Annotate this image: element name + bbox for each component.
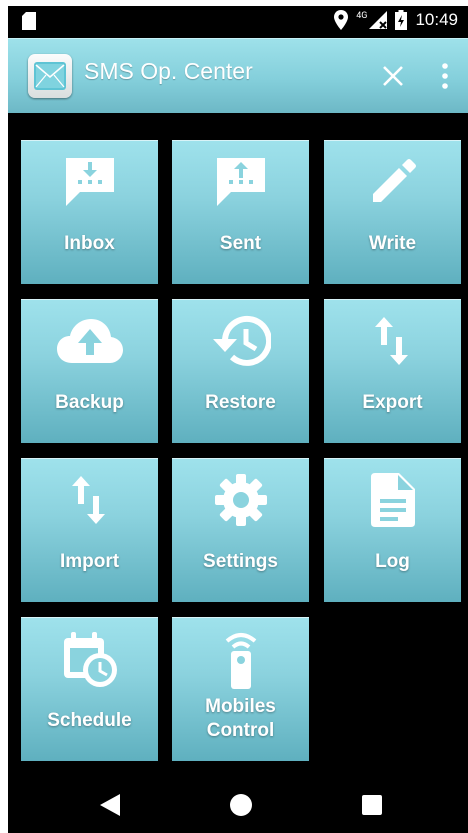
export-tile[interactable]: Export (324, 299, 461, 443)
restore-history-icon (212, 315, 271, 366)
tile-label: Settings (203, 551, 278, 572)
close-icon[interactable] (380, 63, 406, 89)
sent-tile[interactable]: Sent (172, 140, 309, 284)
recent-apps-icon[interactable] (362, 795, 382, 815)
tile-label-line: Mobiles (205, 696, 276, 717)
tile-label: Inbox (64, 233, 115, 254)
log-tile[interactable]: Log (324, 458, 461, 602)
status-bar: 4G 10:49 (8, 6, 468, 38)
envelope-icon (34, 62, 66, 90)
tile-label: Import (59, 551, 120, 572)
restore-tile[interactable]: Restore (172, 299, 309, 443)
tile-label: Backup (55, 392, 124, 413)
navigation-bar (8, 774, 468, 833)
sim-card-icon (22, 12, 36, 30)
export-arrows-icon (374, 317, 408, 365)
inbox-icon (65, 158, 114, 206)
schedule-tile[interactable]: Schedule (21, 617, 158, 761)
pencil-icon (372, 159, 416, 202)
inbox-tile[interactable]: Inbox (21, 140, 158, 284)
battery-icon (395, 10, 408, 30)
gear-icon (214, 474, 267, 526)
more-vert-icon[interactable] (438, 61, 452, 91)
mobiles-control-tile[interactable]: Mobiles Control (172, 617, 309, 761)
home-icon[interactable] (230, 794, 252, 816)
network-type: 4G (356, 11, 368, 21)
import-arrows-icon (71, 476, 105, 524)
clock: 10:49 (415, 10, 458, 29)
tile-label: Write (368, 233, 417, 254)
signal-icon (369, 11, 388, 29)
app-title: SMS Op. Center (84, 58, 253, 84)
tile-label: Mobiles Control (172, 695, 309, 743)
app-bar: SMS Op. Center (8, 38, 468, 113)
settings-tile[interactable]: Settings (172, 458, 309, 602)
remote-control-icon (225, 633, 256, 689)
cloud-upload-icon (56, 319, 123, 363)
import-tile[interactable]: Import (21, 458, 158, 602)
phone-screen: 4G 10:49 SMS Op. Center Inbox Sent Write… (8, 6, 468, 833)
location-icon (334, 10, 349, 30)
tile-label: Export (362, 392, 423, 413)
tile-label: Schedule (47, 710, 132, 731)
tile-label: Sent (219, 233, 262, 254)
app-icon (28, 54, 72, 98)
back-icon[interactable] (100, 794, 120, 816)
document-icon (370, 473, 415, 527)
tile-label: Log (375, 551, 410, 572)
tile-label-line: Control (206, 720, 275, 741)
calendar-clock-icon (63, 632, 117, 687)
sent-icon (216, 158, 265, 206)
tile-label: Restore (205, 392, 276, 413)
backup-tile[interactable]: Backup (21, 299, 158, 443)
write-tile[interactable]: Write (324, 140, 461, 284)
